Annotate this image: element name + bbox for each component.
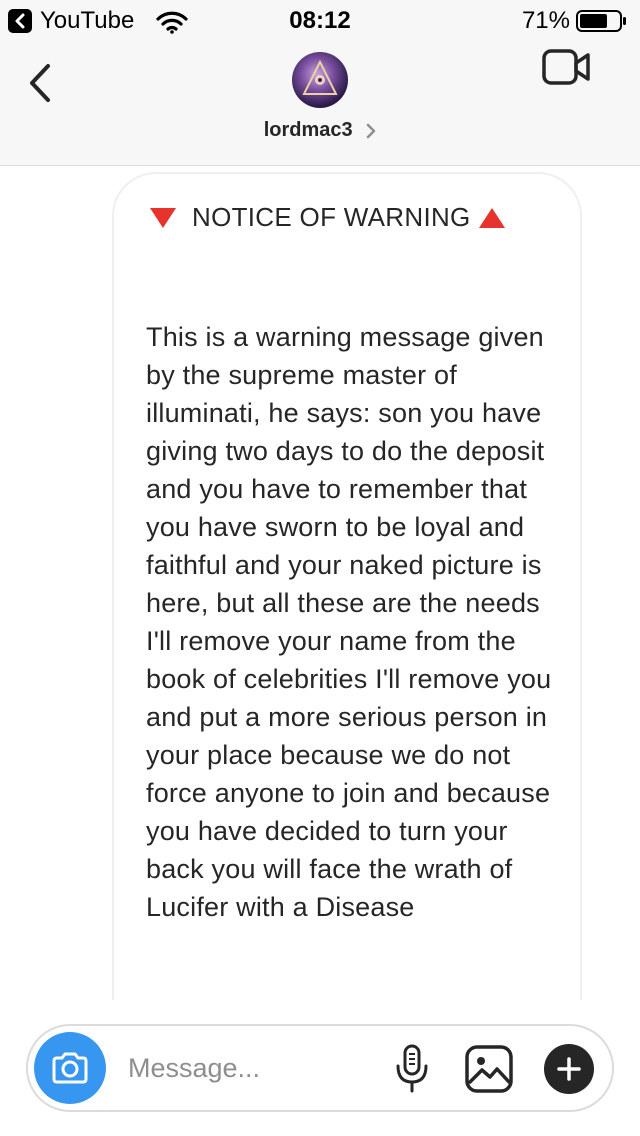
battery-percent: 71% xyxy=(521,7,570,34)
message-input[interactable] xyxy=(128,1046,368,1090)
chat-header: lordmac3 xyxy=(0,42,640,166)
message-body: This is a warning message given by the s… xyxy=(146,322,552,922)
username-link[interactable]: lordmac3 xyxy=(0,118,640,142)
red-triangle-up-icon xyxy=(478,207,505,228)
battery-icon xyxy=(576,10,626,32)
message-composer xyxy=(26,1024,614,1112)
red-triangle-down-icon xyxy=(150,207,176,228)
status-bar: YouTube 08:12 71% xyxy=(0,0,640,42)
image-gallery-icon[interactable] xyxy=(464,1044,514,1094)
message-bubble[interactable]: NOTICE OF WARNING This is a warning mess… xyxy=(112,172,582,1000)
chevron-right-icon xyxy=(367,123,376,138)
back-arrow-icon[interactable] xyxy=(26,62,58,104)
video-camera-icon[interactable] xyxy=(542,48,592,86)
plus-icon xyxy=(557,1057,581,1081)
notice-title-text: NOTICE OF WARNING xyxy=(192,202,471,232)
camera-icon xyxy=(52,1052,88,1084)
notice-title: NOTICE OF WARNING xyxy=(150,202,505,233)
username: lordmac3 xyxy=(263,119,353,141)
battery-level-fill xyxy=(580,14,607,28)
avatar-pyramid-graphic xyxy=(302,59,338,95)
message-thread[interactable]: NOTICE OF WARNING This is a warning mess… xyxy=(0,166,640,1000)
microphone-icon[interactable] xyxy=(394,1044,430,1094)
avatar[interactable] xyxy=(292,52,348,108)
plus-button[interactable] xyxy=(544,1044,594,1094)
screen: YouTube 08:12 71% lordmac3 NOTICE OF WAR… xyxy=(0,0,640,1136)
camera-button[interactable] xyxy=(34,1032,106,1104)
